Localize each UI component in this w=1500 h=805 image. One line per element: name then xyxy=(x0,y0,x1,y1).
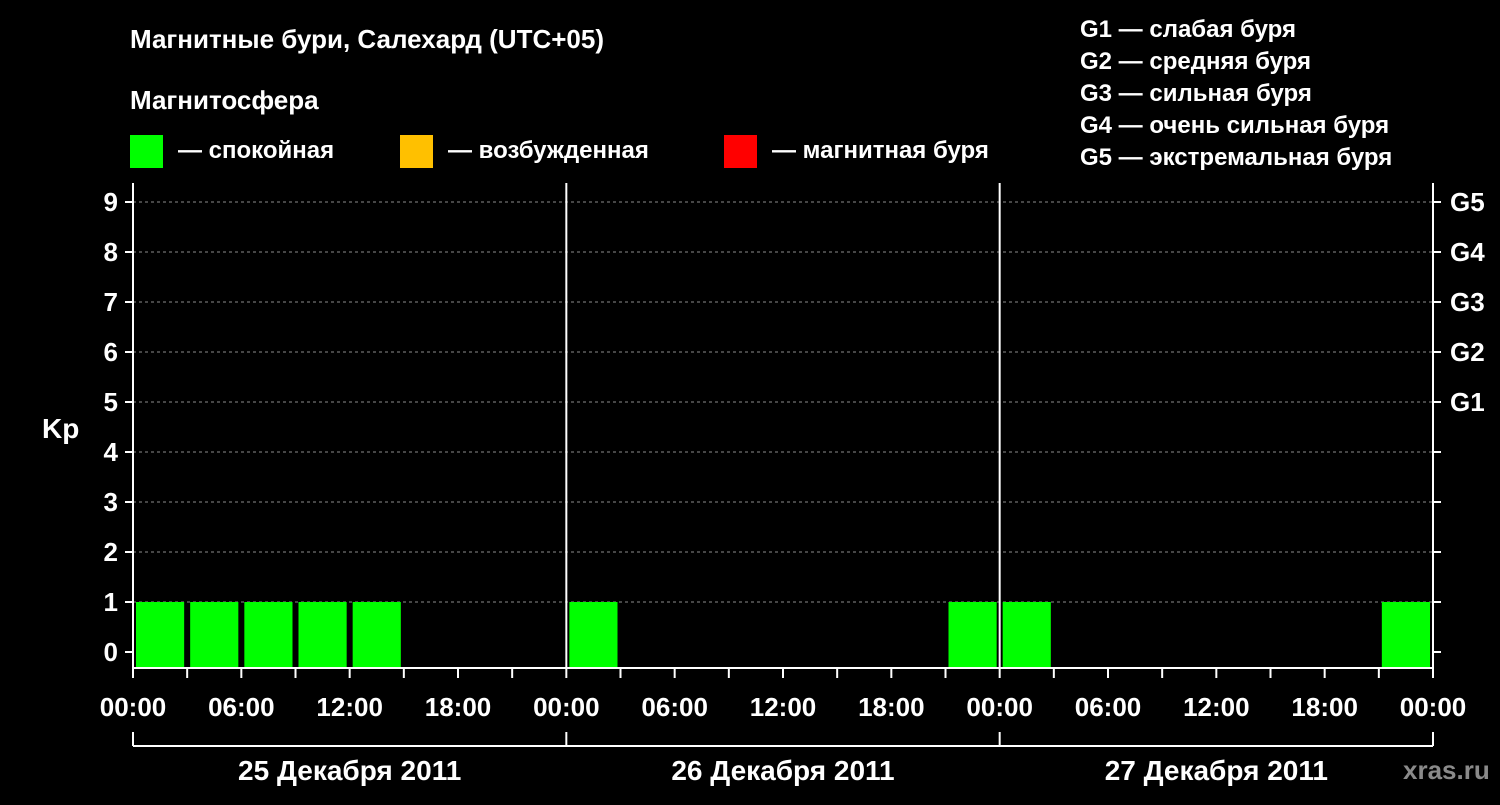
kp-bar-3 xyxy=(298,602,347,667)
y-tick-label-3: 3 xyxy=(104,487,118,517)
y-tick-label-9: 9 xyxy=(104,187,118,217)
storm-level-label-g4: G4 xyxy=(1450,237,1485,267)
kp-bar-15 xyxy=(948,602,997,667)
storm-level-label-g1: G1 xyxy=(1450,387,1485,417)
axes xyxy=(132,183,1434,669)
storm-scale-g5: G5 — экстремальная буря xyxy=(1080,144,1392,171)
kp-bar-1 xyxy=(190,602,239,667)
day-label-0: 25 Декабря 2011 xyxy=(238,755,461,786)
x-tick-label-5: 06:00 xyxy=(641,692,708,722)
x-tick-label-8: 00:00 xyxy=(966,692,1033,722)
y-tick-label-0: 0 xyxy=(104,637,118,667)
chart-title: Магнитные бури, Салехард (UTC+05) xyxy=(130,24,604,54)
y-tick-label-4: 4 xyxy=(104,437,119,467)
x-tick-label-0: 00:00 xyxy=(100,692,167,722)
legend-label-active: — возбужденная xyxy=(448,137,649,164)
y-tick-label-2: 2 xyxy=(104,537,118,567)
watermark: xras.ru xyxy=(1403,755,1490,785)
x-tick-label-4: 00:00 xyxy=(533,692,600,722)
legend-swatch-quiet xyxy=(130,135,163,168)
x-tick-label-9: 06:00 xyxy=(1075,692,1142,722)
storm-level-label-g2: G2 xyxy=(1450,337,1485,367)
kp-bars xyxy=(136,602,1430,667)
y-tick-label-8: 8 xyxy=(104,237,118,267)
kp-bar-2 xyxy=(244,602,293,667)
y-tick-label-1: 1 xyxy=(104,587,118,617)
x-tick-label-1: 06:00 xyxy=(208,692,275,722)
x-tick-label-7: 18:00 xyxy=(858,692,925,722)
legend-swatch-storm xyxy=(724,135,757,168)
x-tick-label-10: 12:00 xyxy=(1183,692,1250,722)
legend-swatch-active xyxy=(400,135,433,168)
magnetic-storm-chart: Магнитные бури, Салехард (UTC+05) Магнит… xyxy=(0,0,1500,800)
x-tick-label-3: 18:00 xyxy=(425,692,492,722)
axis-ticks: 0 1 2 3 4 5 6 7 8 9 G1 G2 G3 G4 G5 00:00 06:00 12:00 18:00… xyxy=(100,187,1485,786)
x-tick-label-2: 12:00 xyxy=(316,692,383,722)
state-legend: — спокойная — возбужденная — магнитная б… xyxy=(130,135,989,168)
legend-label-quiet: — спокойная xyxy=(178,137,334,164)
storm-scale-g3: G3 — сильная буря xyxy=(1080,80,1312,107)
x-tick-label-6: 12:00 xyxy=(750,692,817,722)
y-tick-label-5: 5 xyxy=(104,387,118,417)
x-tick-label-11: 18:00 xyxy=(1291,692,1358,722)
storm-level-label-g3: G3 xyxy=(1450,287,1485,317)
storm-level-label-g5: G5 xyxy=(1450,187,1485,217)
y-tick-label-6: 6 xyxy=(104,337,118,367)
kp-bar-0 xyxy=(136,602,185,667)
kp-chart-svg: Магнитные бури, Салехард (UTC+05) Магнит… xyxy=(42,16,1490,786)
storm-scale-g2: G2 — средняя буря xyxy=(1080,48,1311,75)
x-tick-label-12: 00:00 xyxy=(1400,692,1467,722)
kp-bar-8 xyxy=(569,602,618,667)
chart-subtitle: Магнитосфера xyxy=(130,85,319,115)
day-label-2: 27 Декабря 2011 xyxy=(1105,755,1328,786)
storm-scale-legend: G1 — слабая буря G2 — средняя буря G3 — … xyxy=(1080,16,1392,171)
storm-scale-g1: G1 — слабая буря xyxy=(1080,16,1296,43)
kp-bar-16 xyxy=(1002,602,1051,667)
y-axis-label: Kp xyxy=(42,413,79,444)
grid-lines xyxy=(133,201,1433,603)
storm-scale-g4: G4 — очень сильная буря xyxy=(1080,112,1389,139)
legend-label-storm: — магнитная буря xyxy=(772,137,989,164)
day-label-1: 26 Декабря 2011 xyxy=(671,755,894,786)
y-tick-label-7: 7 xyxy=(104,287,118,317)
kp-bar-23 xyxy=(1381,602,1430,667)
kp-bar-4 xyxy=(352,602,401,667)
